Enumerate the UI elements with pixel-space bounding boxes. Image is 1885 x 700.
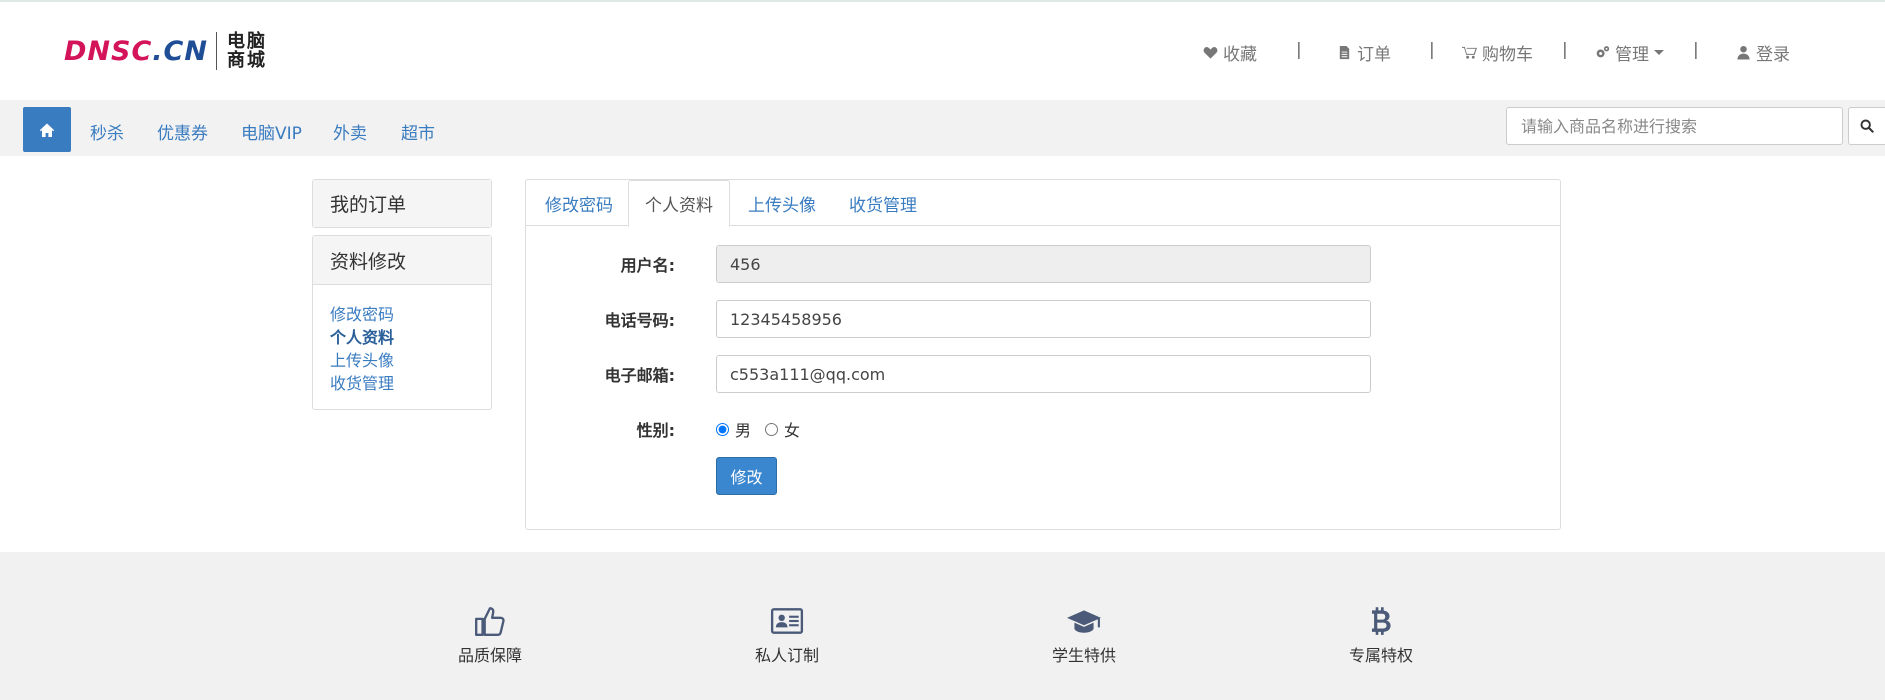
sidebar-profile-title: 资料修改 — [313, 236, 491, 285]
top-nav-manage[interactable]: 管理 — [1595, 40, 1664, 65]
top-nav-separator: | — [1429, 40, 1435, 60]
gender-option-male: 男 — [716, 417, 751, 441]
user-icon — [1737, 45, 1750, 60]
tab-profile[interactable]: 个人资料 — [628, 180, 730, 227]
top-nav-separator: | — [1296, 40, 1302, 60]
gender-label: 性别: — [636, 421, 675, 440]
sidebar-item-address[interactable]: 收货管理 — [330, 372, 474, 395]
profile-form-panel: 修改密码 个人资料 上传头像 收货管理 用户名: 电话号码: 电子邮箱: 性别:… — [525, 179, 1561, 530]
file-icon — [1339, 45, 1350, 60]
sidebar-item-change-password[interactable]: 修改密码 — [330, 303, 474, 326]
cart-icon — [1462, 46, 1477, 59]
username-label: 用户名: — [620, 256, 675, 275]
submit-row: 修改 — [526, 457, 1560, 495]
email-field[interactable] — [716, 355, 1371, 393]
phone-row: 电话号码: — [526, 300, 1560, 338]
nav-link-coupons[interactable]: 优惠券 — [157, 119, 208, 144]
profile-tabs: 修改密码 个人资料 上传头像 收货管理 — [526, 180, 1560, 227]
nav-link-vip[interactable]: 电脑VIP — [241, 119, 302, 144]
nav-link-supermarket[interactable]: 超市 — [401, 119, 435, 144]
sidebar-orders-title[interactable]: 我的订单 — [313, 180, 491, 227]
sidebar-orders-panel: 我的订单 — [312, 179, 492, 228]
feature-privilege[interactable]: 专属特权 — [1301, 604, 1461, 666]
gender-radio-female[interactable] — [765, 422, 779, 436]
feature-student[interactable]: 学生特供 — [1004, 604, 1164, 666]
nav-link-seckill[interactable]: 秒杀 — [90, 119, 124, 144]
heart-icon — [1203, 46, 1218, 59]
top-nav-orders[interactable]: 订单 — [1337, 40, 1391, 65]
gender-radio-male[interactable] — [716, 422, 729, 436]
top-nav-label: 购物车 — [1482, 45, 1533, 65]
gender-female-label: 女 — [784, 421, 801, 440]
home-button[interactable] — [23, 107, 71, 152]
search-input[interactable] — [1506, 107, 1843, 145]
top-nav: 收藏 | 订单 | 购物车 | 管理 | 登录 — [0, 40, 1885, 65]
sidebar-profile-panel: 资料修改 修改密码 个人资料 上传头像 收货管理 — [312, 235, 492, 410]
feature-custom[interactable]: 私人订制 — [707, 604, 867, 666]
sidebar-links: 修改密码 个人资料 上传头像 收货管理 — [313, 285, 491, 413]
phone-label: 电话号码: — [604, 311, 675, 330]
email-row: 电子邮箱: — [526, 355, 1560, 393]
caret-down-icon — [1654, 50, 1664, 55]
top-nav-login[interactable]: 登录 — [1736, 40, 1790, 65]
bitcoin-icon — [1371, 607, 1391, 635]
gender-option-female: 女 — [765, 417, 800, 441]
search-icon — [1860, 119, 1874, 133]
top-nav-label: 订单 — [1357, 45, 1391, 65]
main-navbar: 秒杀 优惠券 电脑VIP 外卖 超市 — [0, 100, 1885, 156]
feature-label: 专属特权 — [1348, 646, 1413, 665]
search-button[interactable] — [1848, 107, 1885, 145]
top-nav-separator: | — [1562, 40, 1568, 60]
top-nav-label: 管理 — [1615, 45, 1649, 65]
site-header: DNSC.CN 电脑 商城 收藏 | 订单 | 购物车 | 管理 | 登录 — [0, 2, 1885, 100]
gender-row: 性别: 男 女 — [526, 410, 1560, 448]
gears-icon — [1596, 46, 1610, 58]
phone-field[interactable] — [716, 300, 1371, 338]
home-icon — [39, 123, 55, 137]
nav-link-takeout[interactable]: 外卖 — [333, 119, 367, 144]
tab-address[interactable]: 收货管理 — [849, 180, 917, 226]
top-nav-favorites[interactable]: 收藏 — [1203, 40, 1257, 65]
gender-male-label: 男 — [735, 421, 752, 440]
feature-label: 学生特供 — [1051, 646, 1116, 665]
top-nav-separator: | — [1693, 40, 1699, 60]
gender-radio-group: 男 女 — [716, 410, 814, 448]
graduation-cap-icon — [1067, 610, 1101, 633]
username-field — [716, 245, 1371, 283]
thumbs-up-icon — [475, 607, 505, 636]
feature-label: 私人订制 — [754, 646, 819, 665]
id-card-icon — [770, 608, 804, 634]
sidebar-item-profile[interactable]: 个人资料 — [330, 326, 474, 349]
site-footer: 品质保障 私人订制 学生特供 专属特权 — [0, 552, 1885, 700]
top-nav-label: 收藏 — [1223, 45, 1257, 65]
username-row: 用户名: — [526, 245, 1560, 283]
submit-button[interactable]: 修改 — [716, 457, 777, 495]
email-label: 电子邮箱: — [604, 366, 675, 385]
tab-change-password[interactable]: 修改密码 — [545, 180, 613, 226]
feature-label: 品质保障 — [457, 646, 522, 665]
sidebar-item-upload-avatar[interactable]: 上传头像 — [330, 349, 474, 372]
feature-quality[interactable]: 品质保障 — [410, 604, 570, 666]
top-nav-cart[interactable]: 购物车 — [1462, 40, 1533, 65]
top-nav-label: 登录 — [1756, 45, 1790, 65]
tab-upload-avatar[interactable]: 上传头像 — [748, 180, 816, 226]
